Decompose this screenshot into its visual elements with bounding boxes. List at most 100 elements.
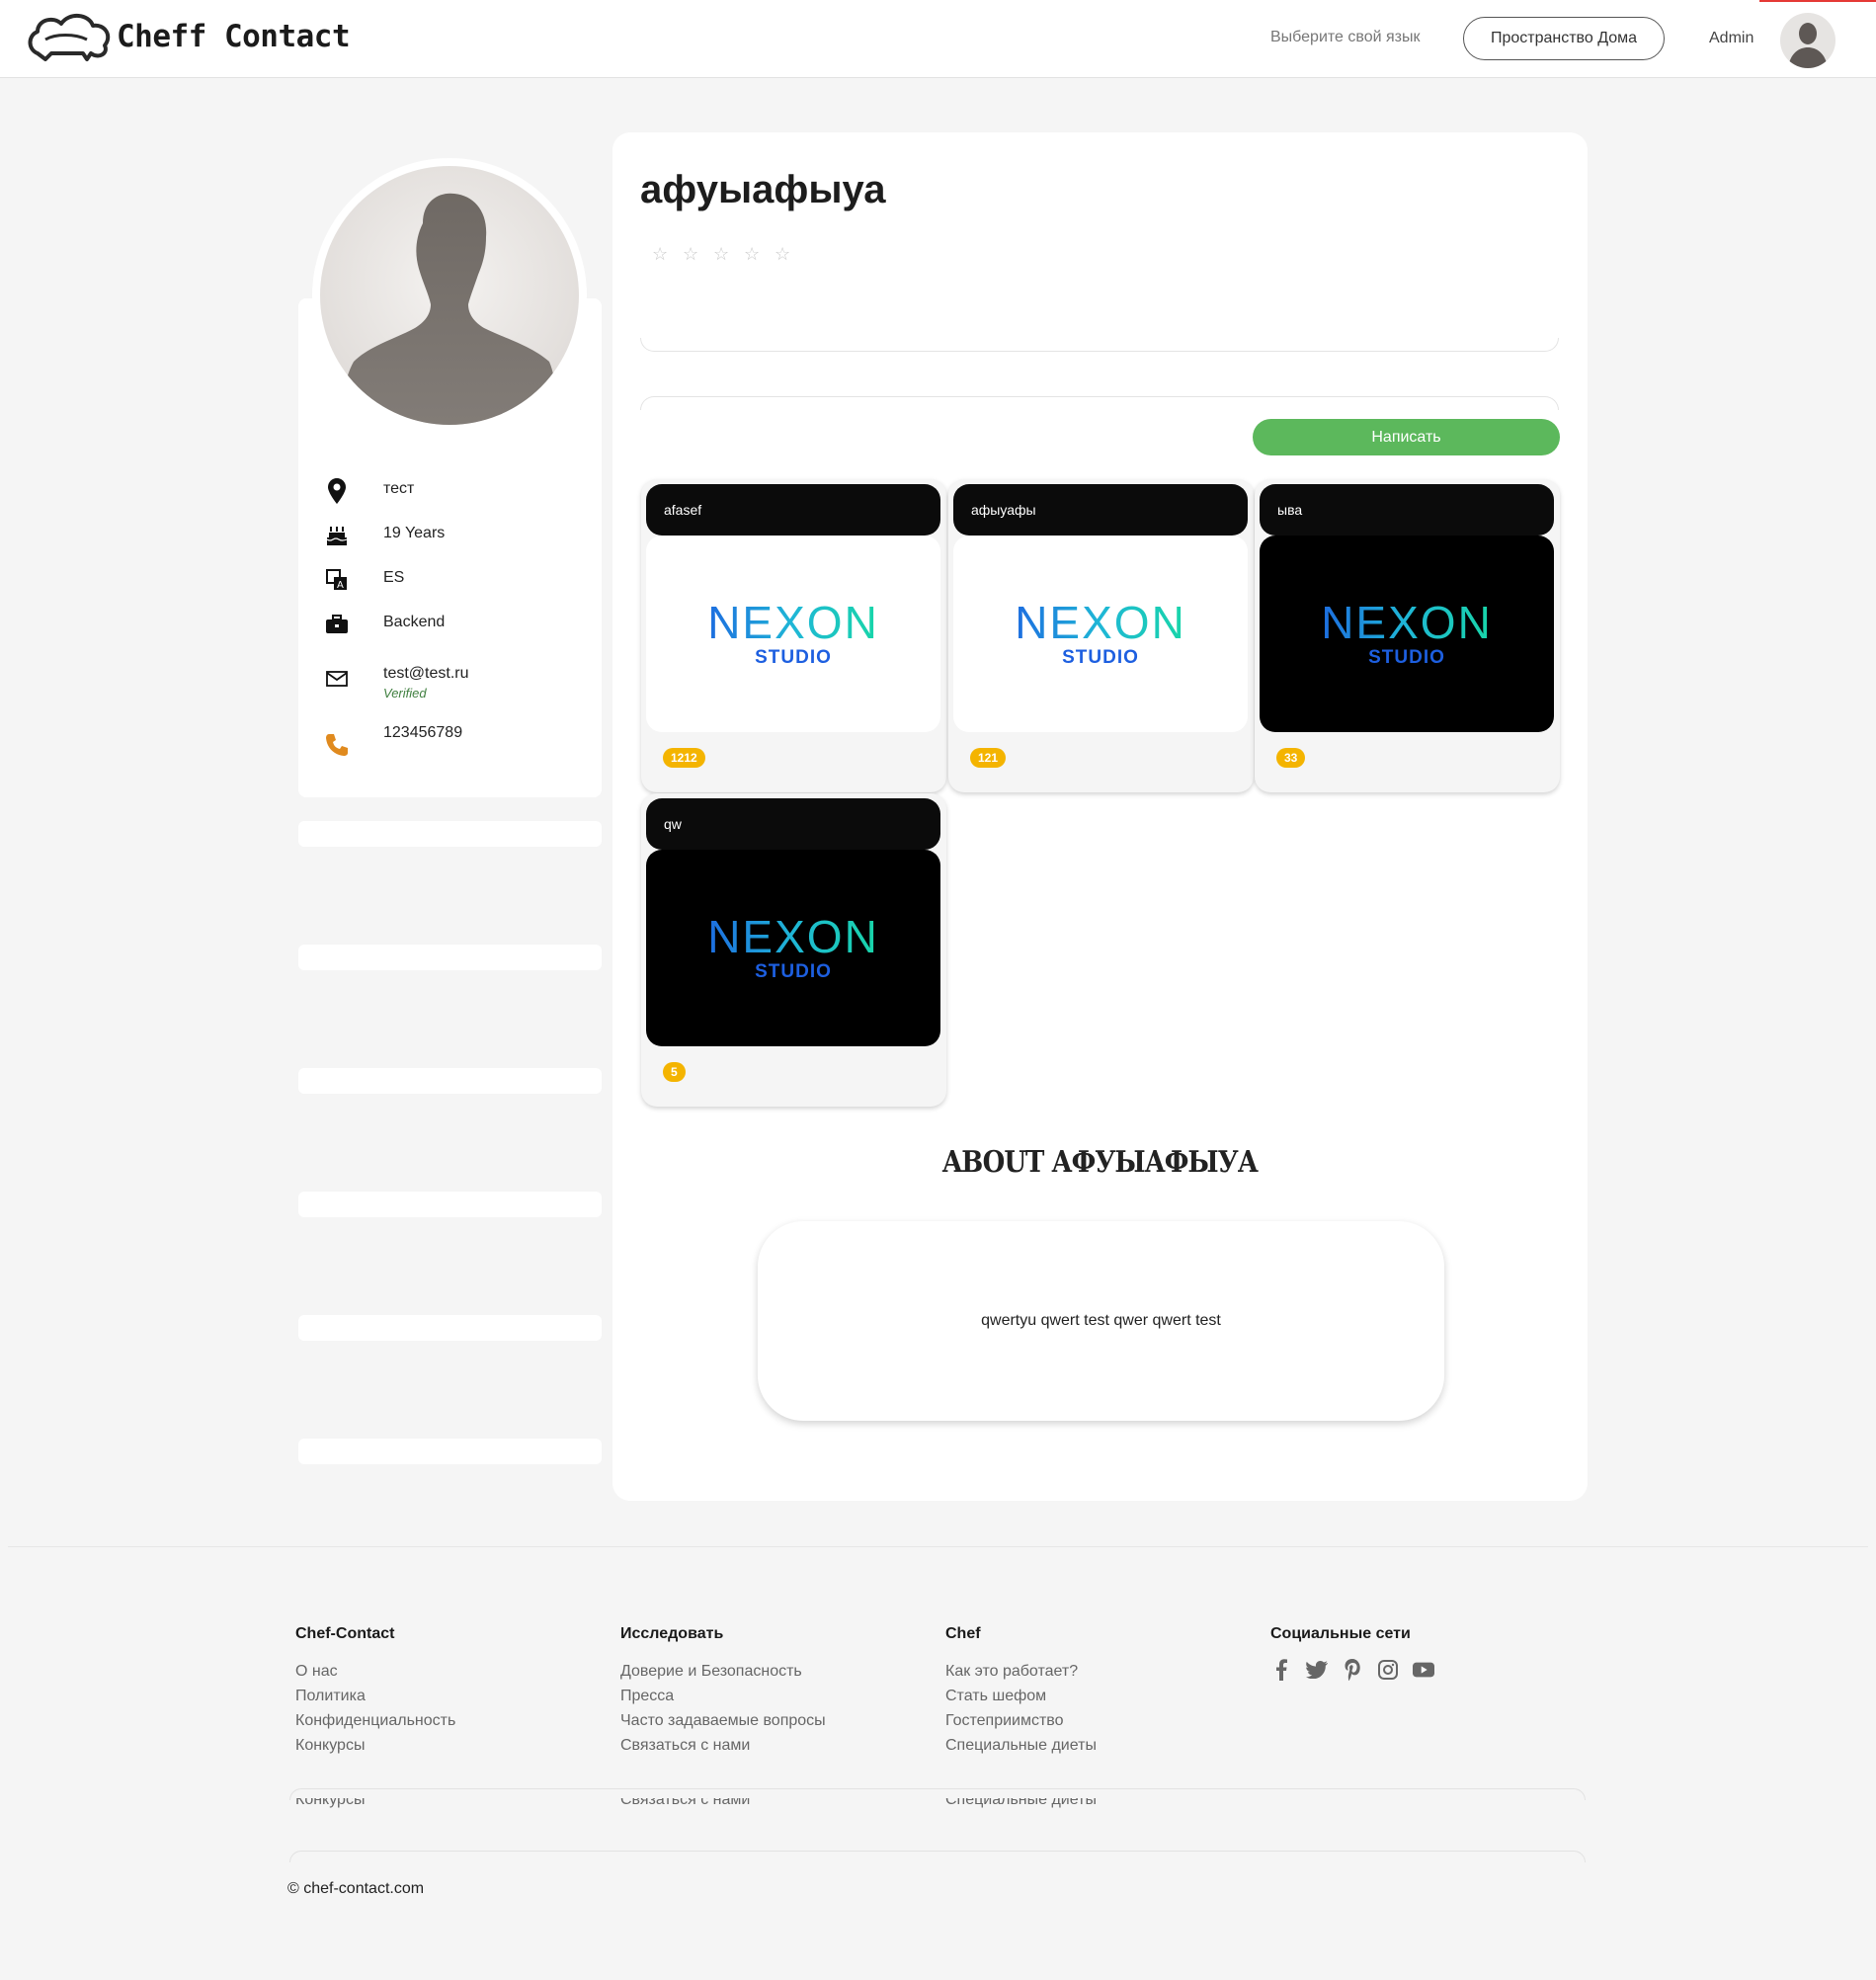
footer-ghost-text: Специальные диеты (945, 1798, 1097, 1808)
section-divider (640, 338, 1559, 352)
occupation-text: Backend (383, 614, 446, 630)
profile-avatar (320, 166, 579, 425)
product-title: qw (646, 798, 940, 850)
product-title: afasef (646, 484, 940, 536)
footer-link-privacy[interactable]: Конфиденциальность (295, 1708, 455, 1733)
profile-silhouette-icon (342, 193, 557, 425)
footer-link-how-it-works[interactable]: Как это работает? (945, 1659, 1097, 1684)
nexon-logo-subtext: STUDIO (1062, 646, 1139, 668)
product-count-badge: 5 (663, 1062, 686, 1082)
section-divider (640, 396, 1559, 410)
footer-link-hospitality[interactable]: Гостеприимство (945, 1708, 1097, 1733)
phone-icon (324, 732, 350, 758)
phone-text[interactable]: 123456789 (383, 724, 462, 742)
footer-column-explore: Исследовать Доверие и Безопасность Пресс… (620, 1625, 826, 1758)
info-phone: 123456789 (324, 724, 462, 758)
language-selector[interactable]: Выберите свой язык (1270, 29, 1420, 46)
product-count-badge: 33 (1276, 748, 1306, 768)
product-count-badge: 121 (970, 748, 1007, 768)
info-age: 19 Years (324, 523, 445, 548)
product-title: афыуафы (953, 484, 1248, 536)
placeholder-bar (298, 1068, 602, 1094)
brand-logo[interactable]: Cheff Contact (26, 10, 351, 63)
nexon-logo-subtext: STUDIO (755, 960, 832, 982)
footer-link-contests[interactable]: Конкурсы (295, 1733, 455, 1758)
nexon-logo-text: NEXON (707, 596, 879, 648)
footer-link-contact[interactable]: Связаться с нами (620, 1733, 826, 1758)
footer-heading: Chef (945, 1625, 981, 1642)
svg-text:A: A (337, 580, 344, 591)
info-email: test@test.ru Verified (324, 665, 469, 701)
product-image: NEXON STUDIO (646, 536, 940, 732)
product-title: ыва (1260, 484, 1554, 536)
product-card[interactable]: ыва NEXON STUDIO 33 (1255, 479, 1560, 792)
about-title: ABOUT АФУЫАФЫУА (942, 1145, 1259, 1181)
star-icon[interactable]: ☆ (652, 244, 670, 265)
youtube-icon[interactable] (1413, 1659, 1434, 1681)
birthday-cake-icon (324, 523, 350, 548)
product-image: NEXON STUDIO (1260, 536, 1554, 732)
placeholder-bar (298, 821, 602, 847)
footer-column-chef-contact: Chef-Contact О нас Политика Конфиденциал… (295, 1625, 455, 1758)
product-image: NEXON STUDIO (953, 536, 1248, 732)
about-description-box: qwertyu qwert test qwer qwert test (758, 1221, 1444, 1421)
language-text: ES (383, 569, 405, 586)
twitter-icon[interactable] (1306, 1659, 1328, 1681)
language-icon: A (324, 567, 350, 593)
location-text: тест (383, 480, 415, 497)
profile-name: афуыафыуа (640, 168, 886, 211)
top-accent-line (1759, 0, 1876, 2)
nexon-logo-subtext: STUDIO (755, 646, 832, 668)
age-text: 19 Years (383, 525, 446, 541)
nexon-logo-text: NEXON (1015, 596, 1186, 648)
star-icon[interactable]: ☆ (744, 244, 762, 265)
brand-name: Cheff Contact (117, 19, 351, 54)
footer-heading: Исследовать (620, 1625, 724, 1642)
user-avatar[interactable] (1780, 13, 1835, 68)
footer-link-special-diets[interactable]: Специальные диеты (945, 1733, 1097, 1758)
footer-column-chef: Chef Как это работает? Стать шефом Госте… (945, 1625, 1097, 1758)
location-pin-icon (324, 478, 350, 504)
placeholder-bar (298, 1192, 602, 1217)
product-card[interactable]: qw NEXON STUDIO 5 (641, 793, 946, 1107)
user-silhouette-icon (1788, 23, 1828, 68)
briefcase-icon (324, 612, 350, 637)
envelope-icon (324, 666, 350, 692)
footer-link-about[interactable]: О нас (295, 1659, 455, 1684)
product-card[interactable]: afasef NEXON STUDIO 1212 (641, 479, 946, 792)
home-space-button[interactable]: Пространство Дома (1463, 17, 1665, 60)
star-icon[interactable]: ☆ (683, 244, 700, 265)
placeholder-bar (298, 1315, 602, 1341)
footer-link-trust-safety[interactable]: Доверие и Безопасность (620, 1659, 826, 1684)
product-count-badge: 1212 (663, 748, 705, 768)
nexon-logo-text: NEXON (707, 910, 879, 962)
nexon-logo-subtext: STUDIO (1368, 646, 1445, 668)
product-card[interactable]: афыуафы NEXON STUDIO 121 (948, 479, 1254, 792)
info-occupation: Backend (324, 612, 445, 637)
instagram-icon[interactable] (1377, 1659, 1399, 1681)
placeholder-bar (298, 1439, 602, 1464)
footer-link-faq[interactable]: Часто задаваемые вопросы (620, 1708, 826, 1733)
chef-hat-logo-icon (28, 14, 111, 61)
footer-link-become-chef[interactable]: Стать шефом (945, 1684, 1097, 1708)
about-text: qwertyu qwert test qwer qwert test (981, 1312, 1221, 1329)
footer-link-press[interactable]: Пресса (620, 1684, 826, 1708)
footer-link-policy[interactable]: Политика (295, 1684, 455, 1708)
pinterest-icon[interactable] (1342, 1659, 1363, 1681)
copyright-text: © chef-contact.com (287, 1880, 425, 1897)
facebook-icon[interactable] (1270, 1659, 1292, 1681)
top-navbar: Cheff Contact Выберите свой язык Простра… (0, 0, 1876, 78)
footer-heading: Социальные сети (1270, 1625, 1411, 1642)
footer-heading: Chef-Contact (295, 1625, 395, 1642)
write-message-button[interactable]: Написать (1253, 419, 1560, 455)
footer-column-social: Социальные сети (1270, 1625, 1434, 1681)
star-icon[interactable]: ☆ (713, 244, 731, 265)
info-location: тест (324, 478, 414, 504)
rating-stars[interactable]: ☆ ☆ ☆ ☆ ☆ (652, 244, 792, 265)
user-name[interactable]: Admin (1709, 30, 1754, 47)
info-language: A ES (324, 567, 404, 593)
social-icons (1270, 1659, 1434, 1681)
footer-divider (289, 1851, 1586, 1862)
email-text[interactable]: test@test.ru (383, 665, 469, 683)
star-icon[interactable]: ☆ (775, 244, 792, 265)
